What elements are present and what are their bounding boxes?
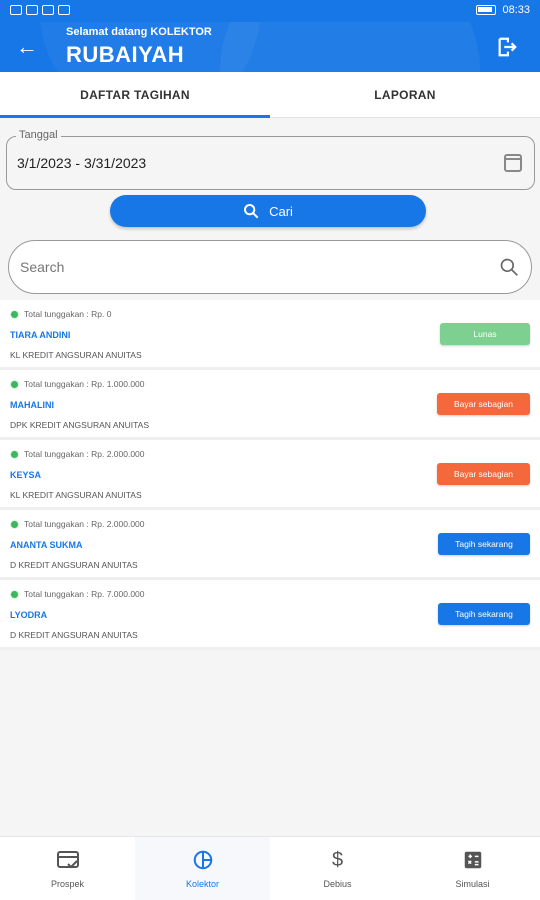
nav-label: Simulasi [455,878,490,889]
search-icon [500,258,518,276]
date-range-value: 3/1/2023 - 3/31/2023 [17,155,147,171]
status-dot-icon [10,519,19,529]
search-submit-button[interactable]: Cari [110,195,426,227]
search-placeholder: Search [20,259,65,275]
product-name: D KREDIT ANGSURAN ANUITAS [10,630,138,640]
list-item[interactable]: Total tunggakan : Rp. 2.000.000 KEYSA KL… [0,440,540,510]
status-bar: 08:33 [0,0,540,22]
user-name: RUBAIYAH [66,42,185,67]
logout-icon[interactable] [496,36,518,58]
bottom-navigation: Prospek Kolektor $ Debius Simulasi [0,836,540,900]
nav-prospek[interactable]: Prospek [0,837,135,900]
greeting-text: Selamat datang KOLEKTOR [66,26,212,38]
status-dot-icon [10,309,19,319]
list-item[interactable]: Total tunggakan : Rp. 1.000.000 MAHALINI… [0,370,540,440]
billing-list: Total tunggakan : Rp. 0 TIARA ANDINI KL … [0,300,540,650]
nav-simulasi[interactable]: Simulasi [405,837,540,900]
search-button-label: Cari [269,203,293,219]
customer-name: KEYSA [10,470,42,480]
product-name: KL KREDIT ANGSURAN ANUITAS [10,490,142,500]
bayar-sebagian-button[interactable]: Bayar sebagian [437,393,530,415]
nav-label: Debius [323,878,352,889]
back-arrow-icon[interactable]: ← [14,34,40,60]
calculator-icon [464,851,481,868]
customer-name: TIARA ANDINI [10,330,71,340]
tab-bar: DAFTAR TAGIHAN LAPORAN [0,72,540,118]
date-range-field[interactable]: Tanggal 3/1/2023 - 3/31/2023 [6,129,535,190]
calendar-icon[interactable] [504,154,522,172]
total-arrears: Total tunggakan : Rp. 2.000.000 [24,519,145,529]
tagih-sekarang-button[interactable]: Tagih sekarang [438,603,530,625]
total-arrears: Total tunggakan : Rp. 2.000.000 [24,449,145,459]
app-icon [58,5,70,15]
customer-name: ANANTA SUKMA [10,540,83,550]
total-arrears: Total tunggakan : Rp. 7.000.000 [24,589,145,599]
app-header: ← Selamat datang KOLEKTOR RUBAIYAH [0,22,540,72]
product-name: KL KREDIT ANGSURAN ANUITAS [10,350,142,360]
status-dot-icon [10,589,19,599]
status-dot-icon [10,449,19,459]
total-arrears: Total tunggakan : Rp. 1.000.000 [24,379,145,389]
tab-daftar-tagihan[interactable]: DAFTAR TAGIHAN [0,72,270,118]
notification-icon [26,5,38,15]
search-input[interactable]: Search [8,240,532,294]
list-item[interactable]: Total tunggakan : Rp. 2.000.000 ANANTA S… [0,510,540,580]
tagih-sekarang-button[interactable]: Tagih sekarang [438,533,530,555]
list-item[interactable]: Total tunggakan : Rp. 7.000.000 LYODRA D… [0,580,540,650]
search-icon [244,204,259,219]
status-time: 08:33 [502,4,530,16]
status-icons [10,5,70,15]
list-item[interactable]: Total tunggakan : Rp. 0 TIARA ANDINI KL … [0,300,540,370]
bayar-sebagian-button[interactable]: Bayar sebagian [437,463,530,485]
nav-debius[interactable]: $ Debius [270,837,405,900]
date-field-label: Tanggal [16,129,61,141]
lunas-button[interactable]: Lunas [440,323,530,345]
tab-laporan[interactable]: LAPORAN [270,72,540,117]
wifi-icon [10,5,22,15]
dollar-icon: $ [331,848,344,871]
product-name: D KREDIT ANGSURAN ANUITAS [10,560,138,570]
nav-label: Kolektor [185,878,220,889]
card-check-icon [56,850,79,868]
total-arrears: Total tunggakan : Rp. 0 [24,309,112,319]
battery-icon [476,5,497,15]
nav-label: Prospek [50,878,85,889]
facebook-icon [42,5,54,15]
customer-name: LYODRA [10,610,48,620]
customer-name: MAHALINI [10,400,54,410]
product-name: DPK KREDIT ANGSURAN ANUITAS [10,420,150,430]
status-dot-icon [10,379,19,389]
nav-kolektor[interactable]: Kolektor [135,837,270,900]
pie-chart-icon [193,850,212,869]
